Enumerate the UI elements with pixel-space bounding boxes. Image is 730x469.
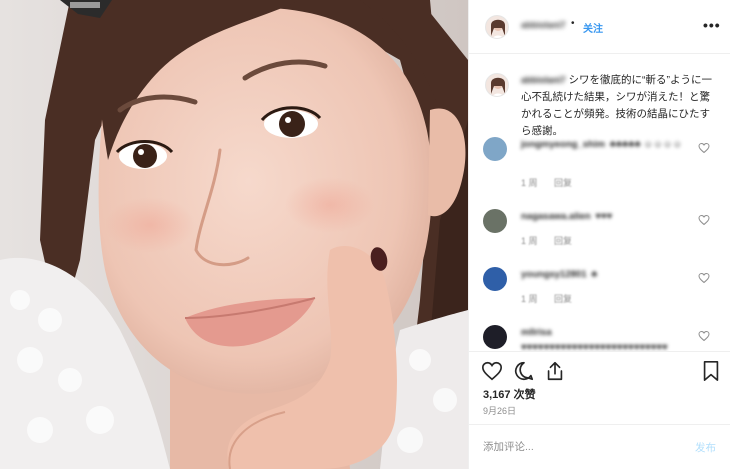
reply-button[interactable]: 回复 bbox=[554, 178, 572, 188]
comment-meta: 1 周 回复 bbox=[521, 176, 586, 189]
post-photo[interactable] bbox=[0, 0, 468, 469]
post-side-panel: abbiolani7 • 关注 ••• abbiolani7 シワを徹底的に“斬る… bbox=[468, 0, 730, 469]
comment-body: ♥♥♥ bbox=[595, 211, 613, 222]
follow-button[interactable]: 关注 bbox=[583, 20, 603, 35]
comment-meta: 1 周 回复 bbox=[521, 234, 586, 247]
add-comment-input[interactable] bbox=[483, 439, 683, 455]
post-caption: abbiolani7 シワを徹底的に“斬る”ように一心不乱続けた結果，シワが消えた… bbox=[521, 72, 719, 140]
share-icon[interactable] bbox=[544, 360, 566, 382]
heart-icon[interactable] bbox=[698, 142, 710, 154]
bookmark-icon[interactable] bbox=[700, 360, 722, 382]
comment-time: 1 周 bbox=[521, 236, 538, 246]
author-username[interactable]: abbiolani7 bbox=[521, 20, 566, 30]
author-avatar[interactable] bbox=[485, 15, 509, 39]
comment-time: 1 周 bbox=[521, 178, 538, 188]
avatar-photo bbox=[486, 74, 508, 96]
commenter-avatar[interactable] bbox=[483, 325, 507, 349]
likes-count[interactable]: 3,167 次赞 bbox=[483, 386, 536, 402]
commenter-username[interactable]: youngsy12801 bbox=[521, 269, 586, 280]
commenter-username[interactable]: mllrisa bbox=[521, 327, 552, 338]
comment-text: jongmyeong_shim ♣♣♣♣♣ ☺☺☺☺ bbox=[521, 137, 699, 152]
caption-author-avatar[interactable] bbox=[485, 73, 509, 97]
commenter-avatar[interactable] bbox=[483, 209, 507, 233]
reply-button[interactable]: 回复 bbox=[554, 294, 572, 304]
comment-row: nagasawa.alien ♥♥♥ 1 周 回复 bbox=[469, 205, 730, 265]
more-icon[interactable]: ••• bbox=[703, 17, 721, 33]
post-comment-button[interactable]: 发布 bbox=[695, 440, 716, 455]
commenter-avatar[interactable] bbox=[483, 267, 507, 291]
heart-icon[interactable] bbox=[481, 360, 503, 382]
comment-icon[interactable] bbox=[513, 360, 535, 382]
comment-row: jongmyeong_shim ♣♣♣♣♣ ☺☺☺☺ 1 周 回复 bbox=[469, 133, 730, 193]
comments-list[interactable]: abbiolani7 シワを徹底的に“斬る”ように一心不乱続けた結果，シワが消えた… bbox=[469, 55, 730, 351]
comment-text: youngsy12801 ♣ bbox=[521, 267, 699, 282]
comment-body: ♣ bbox=[591, 269, 598, 280]
comment-time: 1 周 bbox=[521, 294, 538, 304]
comment-meta: 1 周 回复 bbox=[521, 292, 586, 305]
separator-dot: • bbox=[571, 18, 575, 29]
comment-row: mllrisa ♥♥♥♥♥♥♥♥♥♥♥♥♥♥♥♥♥♥♥♥♥♥♥♥♥♥ bbox=[469, 321, 730, 351]
commenter-username[interactable]: jongmyeong_shim bbox=[521, 139, 605, 150]
add-comment-bar: 发布 bbox=[469, 424, 730, 469]
caption-username[interactable]: abbiolani7 bbox=[521, 75, 566, 85]
post-header: abbiolani7 • 关注 ••• bbox=[469, 0, 730, 54]
comment-body: ♣♣♣♣♣ ☺☺☺☺ bbox=[609, 139, 683, 150]
comment-body: ♥♥♥♥♥♥♥♥♥♥♥♥♥♥♥♥♥♥♥♥♥♥♥♥♥♥ bbox=[521, 342, 668, 351]
avatar-photo bbox=[486, 16, 508, 38]
heart-icon[interactable] bbox=[698, 214, 710, 226]
comment-text: mllrisa ♥♥♥♥♥♥♥♥♥♥♥♥♥♥♥♥♥♥♥♥♥♥♥♥♥♥ bbox=[521, 325, 699, 351]
comment-row: youngsy12801 ♣ 1 周 回复 bbox=[469, 263, 730, 323]
heart-icon[interactable] bbox=[698, 330, 710, 342]
post-date: 9月26日 bbox=[483, 406, 517, 416]
heart-icon[interactable] bbox=[698, 272, 710, 284]
reply-button[interactable]: 回复 bbox=[554, 236, 572, 246]
selfie-illustration bbox=[0, 0, 468, 469]
commenter-username[interactable]: nagasawa.alien bbox=[521, 211, 591, 222]
commenter-avatar[interactable] bbox=[483, 137, 507, 161]
comment-text: nagasawa.alien ♥♥♥ bbox=[521, 209, 699, 224]
